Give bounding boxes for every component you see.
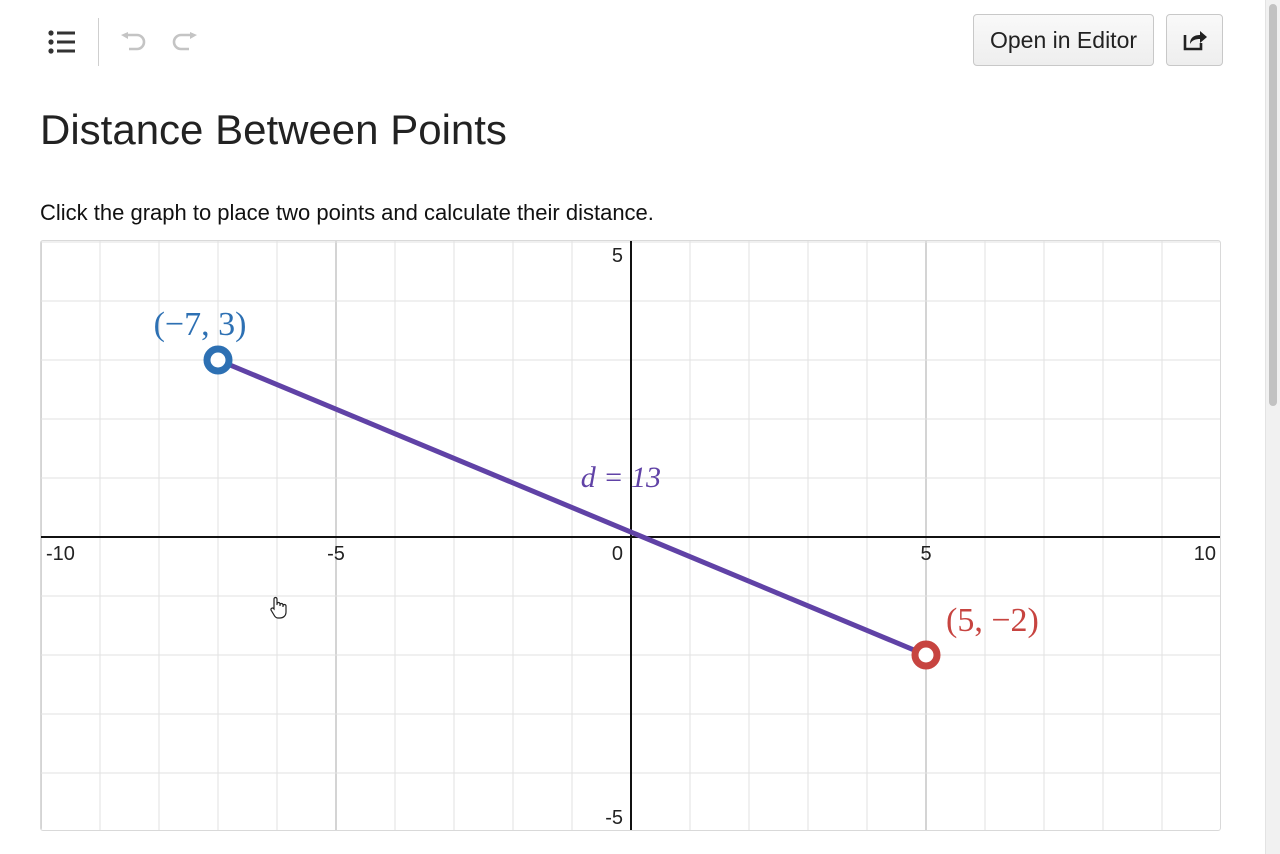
point-b-label: (5, −2) <box>946 602 1039 639</box>
undo-icon[interactable] <box>111 20 155 64</box>
share-button[interactable] <box>1166 14 1223 66</box>
x-tick-label: 10 <box>1194 543 1216 565</box>
y-tick-label: -5 <box>605 807 623 829</box>
redo-icon[interactable] <box>163 20 207 64</box>
open-in-editor-button[interactable]: Open in Editor <box>973 14 1154 66</box>
x-tick-label: -5 <box>327 543 345 565</box>
instruction-text: Click the graph to place two points and … <box>40 200 654 225</box>
distance-label: d = 13 <box>581 461 661 494</box>
y-tick-label: 5 <box>612 245 623 267</box>
point-b[interactable] <box>911 640 941 670</box>
page-title: Distance Between Points <box>40 106 507 153</box>
x-tick-label: 5 <box>920 543 931 565</box>
x-tick-label: 0 <box>612 543 623 565</box>
x-tick-label: -10 <box>46 543 75 565</box>
point-a-label: (−7, 3) <box>154 306 247 343</box>
toolbar-divider <box>98 18 99 66</box>
page-scrollbar[interactable] <box>1265 0 1280 854</box>
scrollbar-thumb[interactable] <box>1269 4 1277 406</box>
toolbar <box>40 18 207 66</box>
hand-cursor-icon <box>270 596 287 619</box>
share-icon <box>1183 31 1207 51</box>
point-a[interactable] <box>203 345 233 375</box>
graph-svg[interactable]: -10 -5 0 5 10 5 -5 d = 13 (−7, 3) (5, −2) <box>41 241 1221 831</box>
graph-canvas[interactable]: -10 -5 0 5 10 5 -5 d = 13 (−7, 3) (5, −2) <box>40 240 1221 831</box>
list-icon[interactable] <box>40 20 84 64</box>
